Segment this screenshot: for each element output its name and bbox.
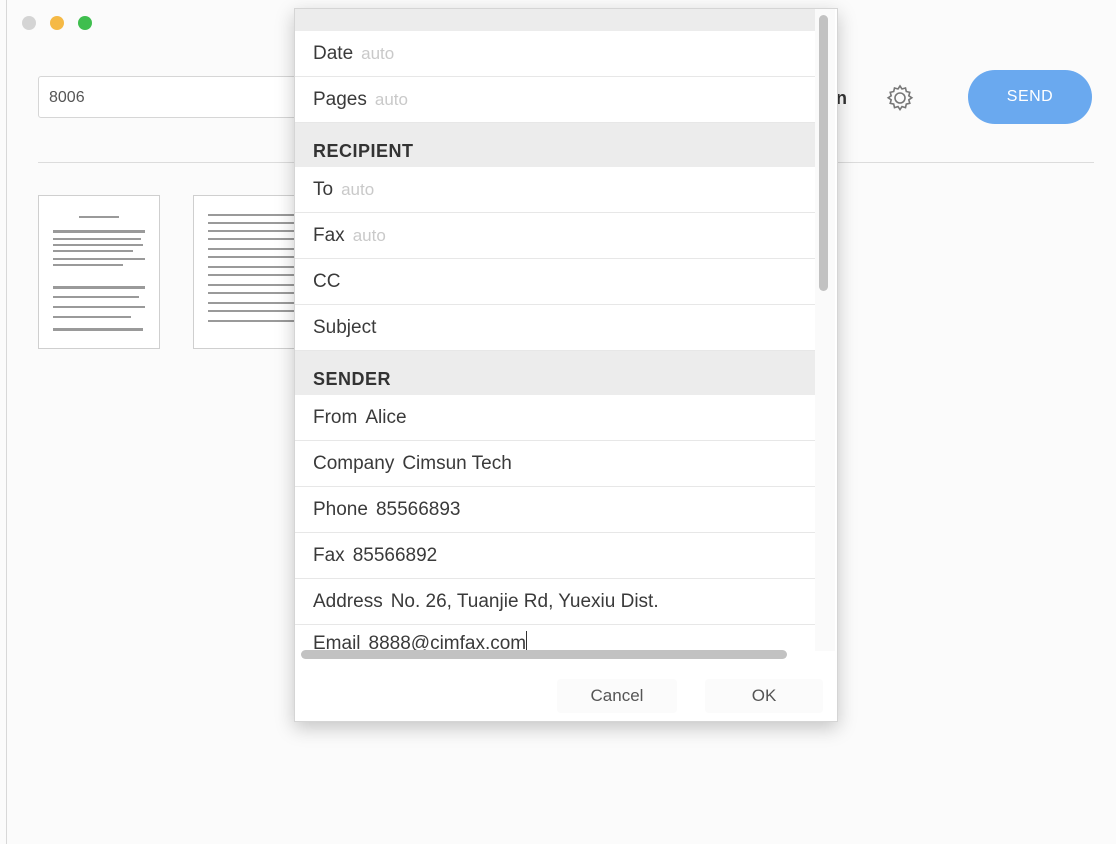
vertical-scrollbar-thumb[interactable] (819, 15, 828, 291)
sender-email-value: 8888@cimfax.com (368, 633, 527, 651)
sender-from-label: From (313, 407, 358, 428)
sender-fax-field[interactable]: Fax 85566892 (295, 533, 815, 579)
sender-company-field[interactable]: Company Cimsun Tech (295, 441, 815, 487)
thumbnail-line (79, 216, 119, 218)
thumbnail-line (53, 230, 145, 233)
recipient-cc-label: CC (313, 271, 341, 292)
sender-phone-field[interactable]: Phone 85566893 (295, 487, 815, 533)
sender-address-value: No. 26, Tuanjie Rd, Yuexiu Dist. (390, 591, 659, 612)
horizontal-scrollbar-thumb[interactable] (301, 650, 787, 659)
thumbnail-line (208, 302, 294, 304)
pages-field[interactable]: Pages auto (295, 77, 815, 123)
close-window-button[interactable] (22, 16, 36, 30)
recipient-subject-field[interactable]: Subject (295, 305, 815, 351)
thumbnail-line (208, 238, 294, 240)
thumbnail-line (208, 214, 294, 216)
thumbnail-line (208, 248, 294, 250)
thumbnail-line (208, 320, 294, 322)
thumbnail-line (53, 250, 133, 252)
sender-address-label: Address (313, 591, 383, 612)
sender-from-value: Alice (365, 407, 407, 428)
sender-from-field[interactable]: From Alice (295, 395, 815, 441)
thumbnail-line (53, 296, 139, 298)
send-button[interactable]: SEND (968, 70, 1092, 124)
recipient-fax-field[interactable]: Fax auto (295, 213, 815, 259)
sender-email-field[interactable]: Email 8888@cimfax.com (295, 625, 815, 651)
cancel-button[interactable]: Cancel (557, 679, 677, 713)
sender-fax-label: Fax (313, 545, 345, 566)
thumbnail-line (208, 274, 294, 276)
recipient-fax-placeholder: auto (352, 226, 386, 245)
recipient-to-placeholder: auto (341, 180, 375, 199)
recipient-section-header: RECIPIENT (295, 123, 815, 167)
thumbnail-line (53, 328, 143, 331)
text-caret (526, 631, 528, 651)
thumbnail-line (53, 286, 145, 289)
ok-button[interactable]: OK (705, 679, 823, 713)
thumbnail-line (53, 316, 131, 318)
thumbnail-line (208, 256, 294, 258)
sender-section-header: SENDER (295, 351, 815, 395)
pages-label: Pages (313, 89, 367, 110)
thumbnail-line (53, 238, 141, 240)
thumbnail-line (208, 292, 294, 294)
sender-address-field[interactable]: Address No. 26, Tuanjie Rd, Yuexiu Dist. (295, 579, 815, 625)
fax-number-input[interactable]: 8006 (38, 76, 298, 118)
thumbnail-line (53, 306, 145, 308)
thumbnail-line (53, 264, 123, 266)
cover-form: Date auto Pages auto RECIPIENT To auto Fax a… (295, 31, 815, 651)
thumbnail-line (53, 244, 143, 246)
window-left-edge (6, 0, 7, 844)
recipient-cc-field[interactable]: CC (295, 259, 815, 305)
recipient-to-field[interactable]: To auto (295, 167, 815, 213)
window-controls (22, 16, 92, 30)
thumbnail-line (208, 230, 294, 232)
date-label: Date (313, 43, 354, 64)
recipient-subject-label: Subject (313, 317, 377, 338)
sender-phone-value: 85566893 (375, 499, 461, 520)
date-field[interactable]: Date auto (295, 31, 815, 77)
sender-fax-value: 85566892 (352, 545, 438, 566)
sender-email-label: Email (313, 633, 361, 651)
recipient-to-label: To (313, 179, 334, 200)
sender-phone-label: Phone (313, 499, 368, 520)
cover-page-dialog: Date auto Pages auto RECIPIENT To auto Fax a… (294, 8, 838, 722)
recipient-fax-label: Fax (313, 225, 345, 246)
thumbnail-line (208, 266, 294, 268)
thumbnail-line (53, 258, 145, 260)
pages-placeholder: auto (374, 90, 408, 109)
page-thumbnail-1[interactable] (38, 195, 160, 349)
thumbnail-line (208, 310, 294, 312)
maximize-window-button[interactable] (78, 16, 92, 30)
date-placeholder: auto (361, 44, 395, 63)
minimize-window-button[interactable] (50, 16, 64, 30)
thumbnail-line (208, 222, 294, 224)
dialog-top-bar (295, 9, 815, 31)
sender-company-label: Company (313, 453, 395, 474)
gear-icon[interactable] (882, 80, 918, 116)
thumbnail-line (208, 284, 294, 286)
sender-company-value: Cimsun Tech (402, 453, 512, 474)
